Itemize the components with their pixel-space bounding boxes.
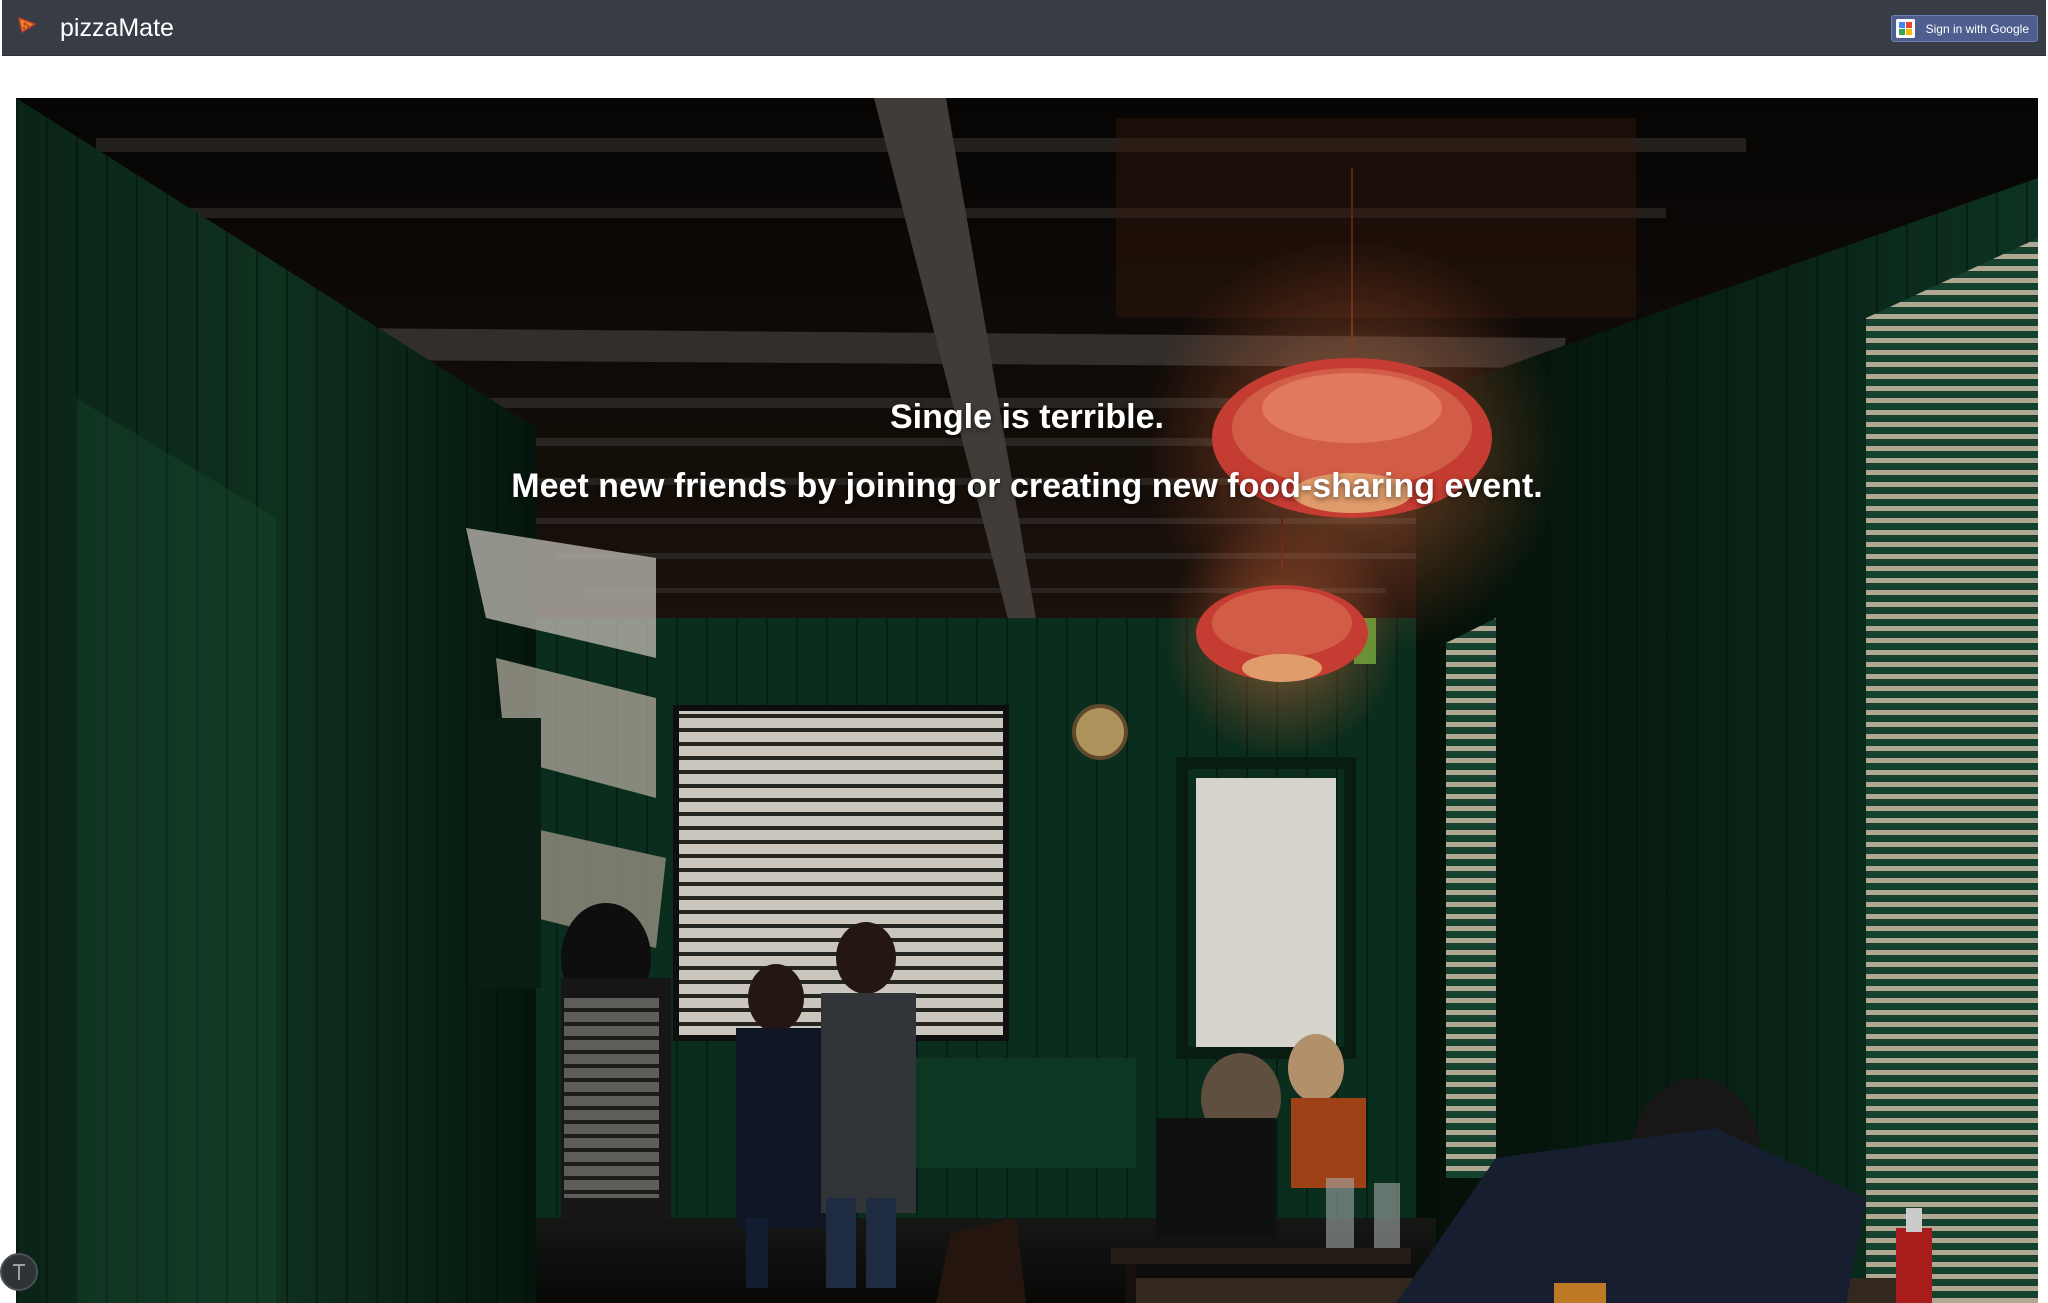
scroll-to-top-button[interactable] [0, 1253, 38, 1291]
arrow-up-icon [13, 1264, 25, 1280]
google-signin-button[interactable]: Sign in with Google [1890, 15, 2038, 42]
google-icon [1895, 19, 1915, 38]
brand-name[interactable]: pizzaMate [60, 12, 174, 44]
hero-headline: Single is terrible. [890, 398, 1164, 436]
pizza-slice-icon[interactable] [16, 14, 38, 36]
hero-banner: Single is terrible. Meet new friends by … [16, 98, 2038, 1303]
restaurant-interior-photo [16, 98, 2038, 1303]
google-signin-label: Sign in with Google [1925, 22, 2029, 36]
hero-subheadline: Meet new friends by joining or creating … [511, 467, 1543, 505]
top-navbar: pizzaMate Sign in with Google [2, 0, 2046, 56]
